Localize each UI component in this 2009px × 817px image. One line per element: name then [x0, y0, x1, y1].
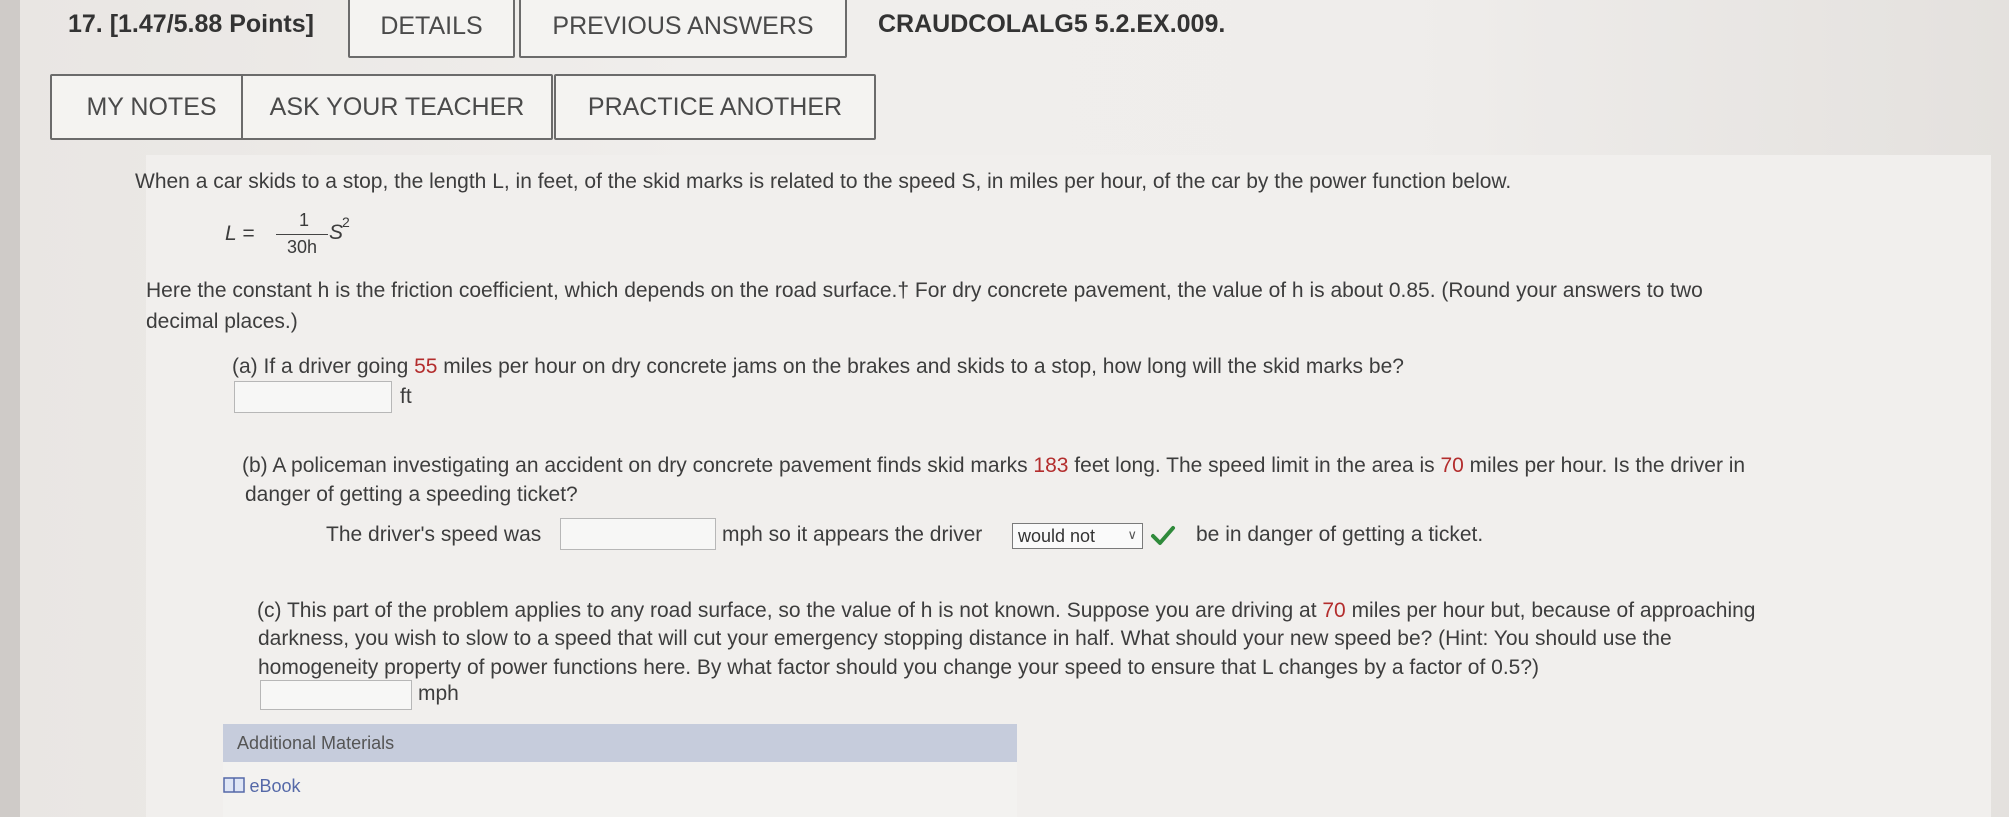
constant-description: Here the constant h is the friction coef… [146, 279, 1703, 302]
previous-answers-button[interactable]: PREVIOUS ANSWERS [519, 0, 847, 58]
part-c-question-line3: homogeneity property of power functions … [258, 656, 1539, 679]
details-button[interactable]: DETAILS [348, 0, 515, 58]
ebook-link[interactable]: eBook [223, 776, 301, 799]
problem-intro: When a car skids to a stop, the length L… [135, 170, 1512, 193]
part-b-question: (b) A policeman investigating an acciden… [242, 454, 1746, 477]
part-c-question-line2: darkness, you wish to slow to a speed th… [258, 627, 1672, 650]
problem-code: CRAUDCOLALG5 5.2.EX.009. [878, 10, 1226, 38]
part-b-speed-label: The driver's speed was [326, 523, 542, 546]
part-b-question-cont: danger of getting a speeding ticket? [245, 483, 578, 506]
my-notes-button[interactable]: MY NOTES [50, 74, 253, 140]
part-c-question: (c) This part of the problem applies to … [257, 599, 1756, 622]
part-c-answer-input[interactable] [260, 680, 412, 710]
part-a-answer-input[interactable] [234, 381, 392, 413]
formula-numerator: 1 [298, 210, 309, 230]
chevron-down-icon: ∨ [1127, 527, 1137, 542]
ask-teacher-button[interactable]: ASK YOUR TEACHER [241, 74, 553, 140]
practice-another-button[interactable]: PRACTICE ANOTHER [554, 74, 876, 140]
ebook-icon [223, 776, 245, 799]
ebook-label: eBook [249, 776, 301, 796]
question-header: 17. [1.47/5.88 Points] [68, 10, 314, 38]
part-b-after-select: be in danger of getting a ticket. [1196, 523, 1484, 546]
part-b-danger-select[interactable]: would not ∨ [1012, 523, 1143, 549]
part-b-mph-label: mph so it appears the driver [722, 523, 983, 546]
check-icon [1150, 523, 1176, 552]
formula-denominator: 30h [286, 237, 318, 257]
part-a-unit: ft [400, 385, 412, 408]
additional-materials-body [223, 762, 1017, 817]
question-page: 17. [1.47/5.88 Points] DETAILS PREVIOUS … [20, 0, 2009, 817]
formula-exponent: 2 [342, 214, 350, 230]
formula-lhs: L = [225, 222, 255, 245]
part-c-unit: mph [418, 682, 459, 705]
formula-fraction-bar [276, 234, 328, 235]
additional-materials-header: Additional Materials [223, 724, 1017, 762]
part-a-question: (a) If a driver going 55 miles per hour … [232, 355, 1404, 378]
constant-description-cont: decimal places.) [146, 310, 298, 333]
part-b-speed-input[interactable] [560, 518, 716, 550]
formula-variable: S [329, 221, 344, 244]
